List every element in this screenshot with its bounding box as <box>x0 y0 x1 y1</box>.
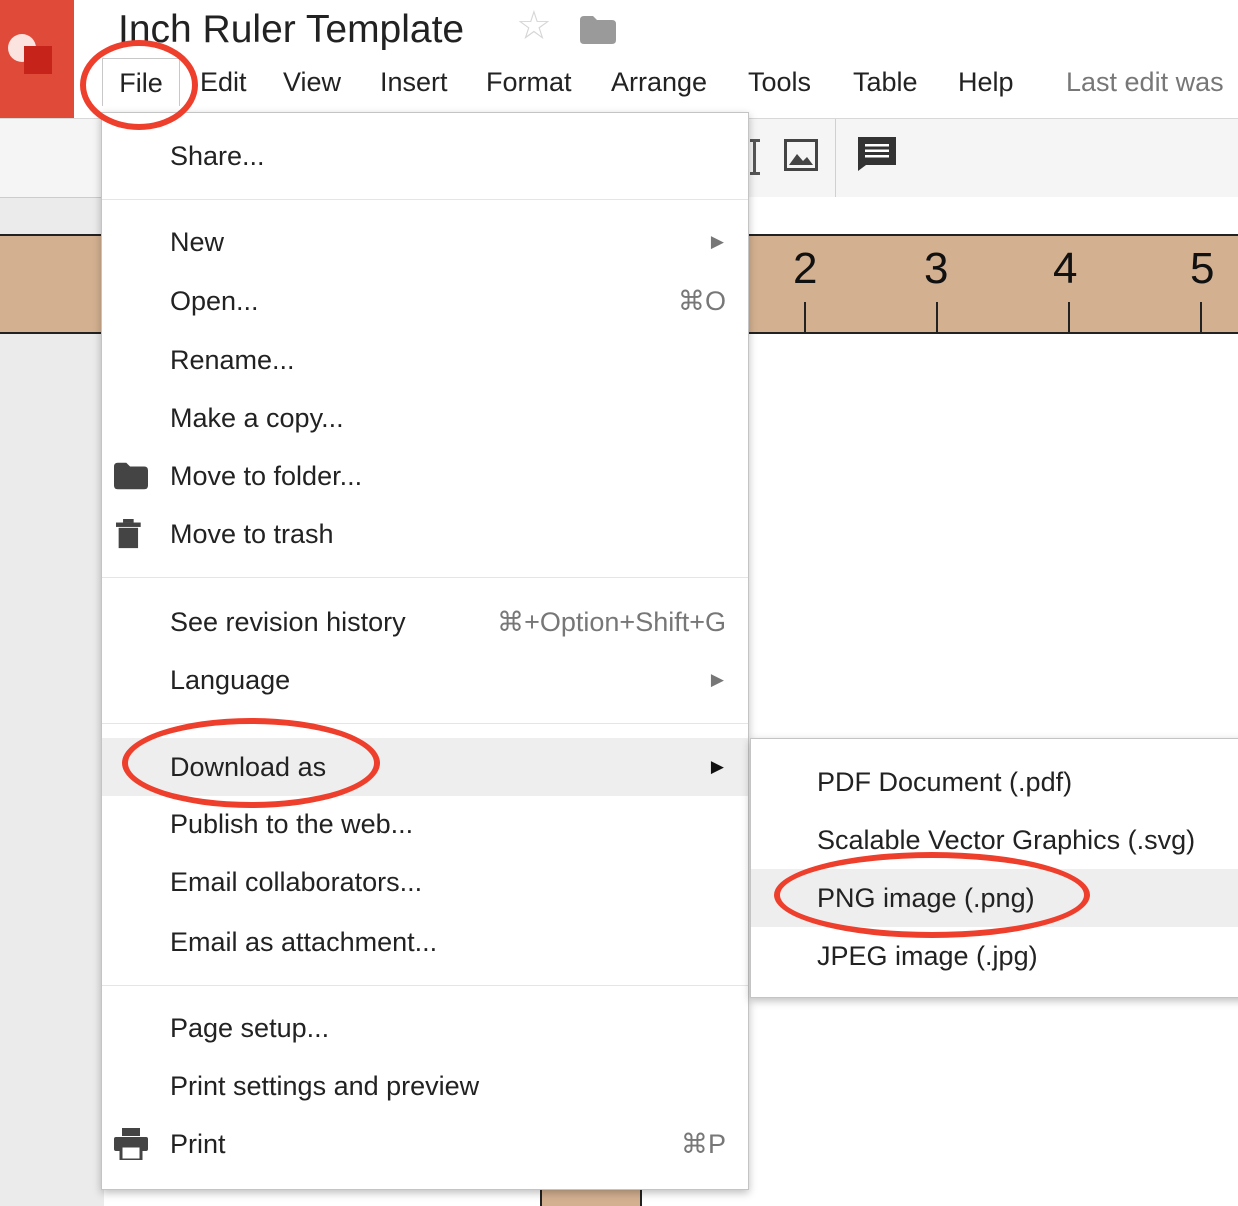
menu-item-download-as[interactable]: Download as ▶ <box>102 738 748 796</box>
ruler-tick <box>804 302 806 332</box>
menu-item-shortcut: ⌘O <box>677 286 726 316</box>
menu-item-shortcut: ⌘+Option+Shift+G <box>497 607 726 637</box>
download-jpg[interactable]: JPEG image (.jpg) <box>751 927 1238 985</box>
submenu-item-label: Scalable Vector Graphics (.svg) <box>817 825 1196 855</box>
text-box-icon[interactable] <box>748 137 764 177</box>
submenu-arrow-icon: ▶ <box>710 670 724 689</box>
ruler-tick <box>1200 302 1202 332</box>
menu-view[interactable]: View <box>283 62 341 102</box>
menu-arrange[interactable]: Arrange <box>611 62 707 102</box>
download-svg[interactable]: Scalable Vector Graphics (.svg) <box>751 811 1238 869</box>
ruler-number: 4 <box>1053 244 1078 293</box>
download-pdf[interactable]: PDF Document (.pdf) <box>751 753 1238 811</box>
menu-item-share[interactable]: Share... <box>102 127 748 185</box>
menu-item-label: Page setup... <box>170 1013 330 1043</box>
document-title[interactable]: Inch Ruler Template <box>118 8 464 52</box>
star-icon[interactable]: ☆ <box>516 6 552 46</box>
menu-tools[interactable]: Tools <box>748 62 811 102</box>
menu-item-rename[interactable]: Rename... <box>102 331 748 389</box>
menu-item-label: Print settings and preview <box>170 1071 480 1101</box>
menu-item-move-to-folder[interactable]: Move to folder... <box>102 447 748 505</box>
menu-item-label: See revision history <box>170 607 406 637</box>
menu-table[interactable]: Table <box>853 62 918 102</box>
file-menu: Share... New ▶ Open... ⌘O Rename... Make… <box>101 112 749 1190</box>
menu-item-move-to-trash[interactable]: Move to trash <box>102 505 748 563</box>
menu-file[interactable]: File <box>102 58 180 106</box>
submenu-item-label: PDF Document (.pdf) <box>817 767 1073 797</box>
download-png[interactable]: PNG image (.png) <box>751 869 1238 927</box>
menu-item-print-settings[interactable]: Print settings and preview <box>102 1057 748 1115</box>
menu-item-shortcut: ⌘P <box>680 1129 726 1159</box>
menu-divider <box>102 199 748 200</box>
menu-item-print[interactable]: Print ⌘P <box>102 1115 748 1173</box>
menu-item-label: Move to folder... <box>170 461 363 491</box>
menu-item-label: Share... <box>170 141 265 171</box>
trash-icon <box>116 519 141 549</box>
insert-image-icon[interactable] <box>784 139 818 171</box>
menu-help[interactable]: Help <box>958 62 1014 102</box>
menu-item-make-copy[interactable]: Make a copy... <box>102 389 748 447</box>
ruler-number: 3 <box>924 244 949 293</box>
submenu-item-label: PNG image (.png) <box>817 883 1035 913</box>
menu-item-label: Rename... <box>170 345 295 375</box>
menu-item-label: New <box>170 227 225 257</box>
ruler-number: 2 <box>793 244 818 293</box>
menu-format[interactable]: Format <box>486 62 572 102</box>
menu-divider <box>102 723 748 724</box>
comment-icon[interactable] <box>858 137 896 171</box>
menu-item-label: Move to trash <box>170 519 334 549</box>
download-submenu: PDF Document (.pdf) Scalable Vector Grap… <box>750 738 1238 998</box>
menu-item-page-setup[interactable]: Page setup... <box>102 999 748 1057</box>
menu-item-label: Open... <box>170 286 259 316</box>
menu-divider <box>102 985 748 986</box>
menu-item-label: Publish to the web... <box>170 809 414 839</box>
submenu-item-label: JPEG image (.jpg) <box>817 941 1038 971</box>
folder-icon[interactable] <box>580 16 616 44</box>
last-edit-status[interactable]: Last edit was <box>1066 62 1224 102</box>
ruler-number: 5 <box>1190 244 1215 293</box>
menu-edit[interactable]: Edit <box>200 62 247 102</box>
menu-item-email-collaborators[interactable]: Email collaborators... <box>102 853 748 911</box>
menu-item-label: Download as <box>170 752 327 782</box>
menu-item-email-attachment[interactable]: Email as attachment... <box>102 913 748 971</box>
ruler-tick <box>1068 302 1070 332</box>
menu-insert[interactable]: Insert <box>380 62 448 102</box>
menu-bar: File Edit View Insert Format Arrange Too… <box>0 58 1238 106</box>
menu-item-label: Print <box>170 1129 226 1159</box>
ruler-tick <box>936 302 938 332</box>
menu-item-language[interactable]: Language ▶ <box>102 651 748 709</box>
menu-item-label: Language <box>170 665 291 695</box>
menu-item-label: Email collaborators... <box>170 867 423 897</box>
toolbar-separator <box>835 119 836 197</box>
menu-divider <box>102 577 748 578</box>
menu-item-revision-history[interactable]: See revision history ⌘+Option+Shift+G <box>102 593 748 651</box>
menu-item-new[interactable]: New ▶ <box>102 213 748 271</box>
folder-icon <box>114 462 148 490</box>
menu-item-publish[interactable]: Publish to the web... <box>102 795 748 853</box>
menu-item-label: Email as attachment... <box>170 927 438 957</box>
printer-icon <box>114 1128 148 1160</box>
submenu-arrow-icon: ▶ <box>710 232 724 251</box>
submenu-arrow-icon: ▶ <box>710 757 724 776</box>
menu-item-label: Make a copy... <box>170 403 344 433</box>
menu-item-open[interactable]: Open... ⌘O <box>102 272 748 330</box>
